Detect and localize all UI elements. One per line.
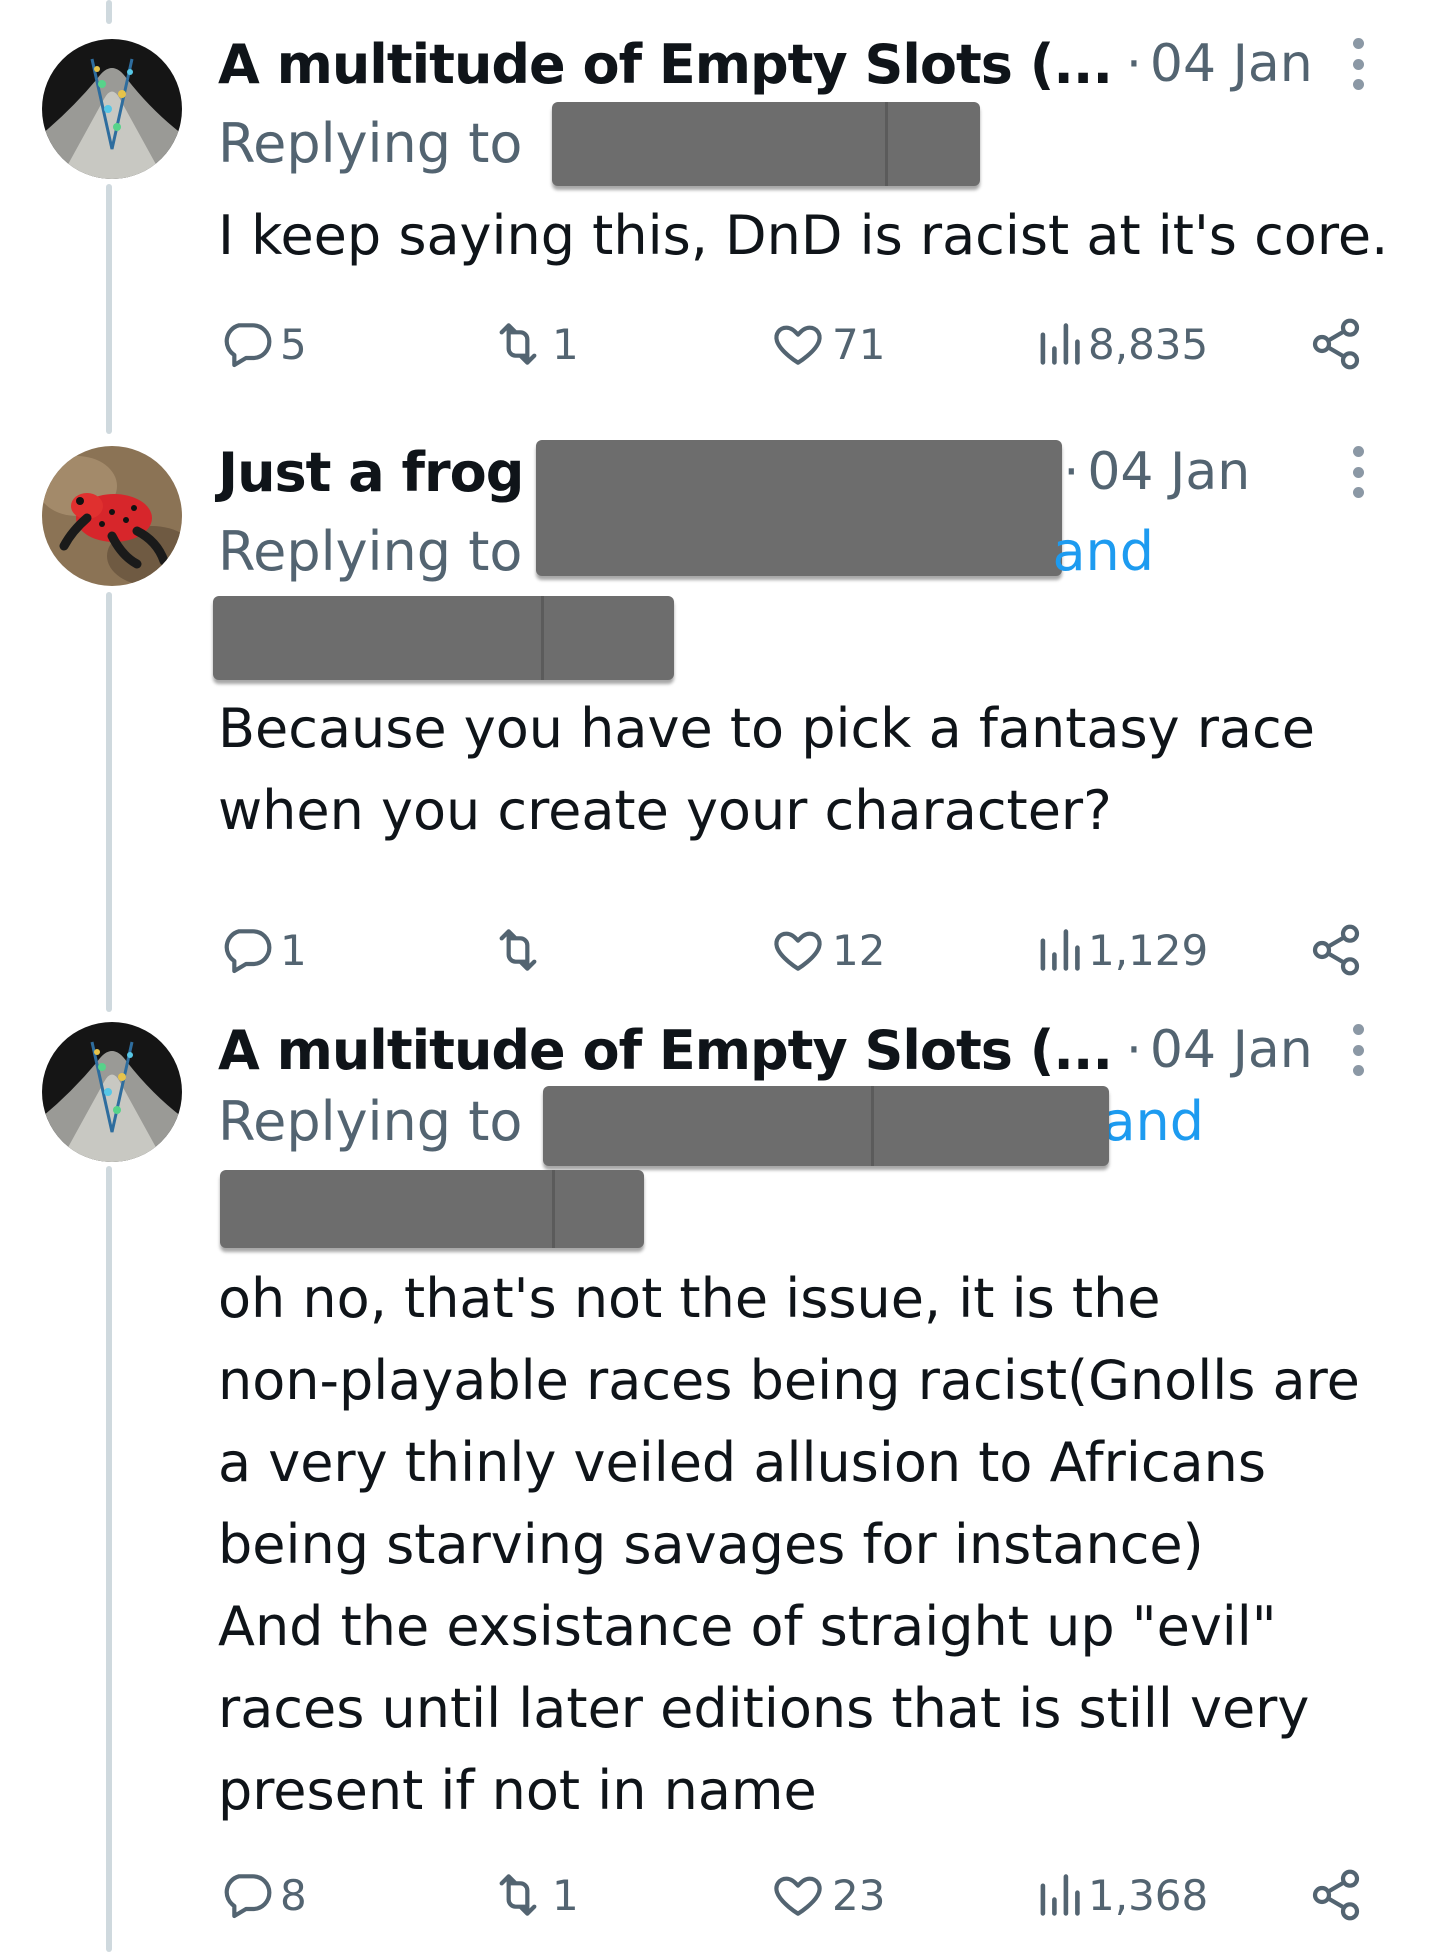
more-icon[interactable] (1346, 446, 1370, 498)
tweet-3[interactable]: A multitude of Empty Slots (... · 04 Jan… (0, 990, 1440, 1952)
tweet-date[interactable]: 04 Jan (1087, 442, 1250, 502)
reply-count: 8 (280, 1870, 307, 1920)
author-name[interactable]: Just a frog (218, 441, 524, 504)
reply-button[interactable]: 5 (218, 309, 307, 379)
replying-to: Replying to (218, 104, 522, 184)
replying-to-label: Replying to (218, 1090, 523, 1153)
retweet-button[interactable] (490, 915, 552, 985)
more-icon[interactable] (1346, 38, 1370, 90)
views-button[interactable]: 8,835 (1036, 309, 1208, 379)
tweet-actions: 1 12 1,129 (218, 915, 1400, 985)
retweet-button[interactable]: 1 (490, 1860, 579, 1930)
tweet-text: oh no, that's not the issue, it is the n… (218, 1267, 1360, 1822)
tweet-header: A multitude of Empty Slots (... · 04 Jan (218, 1010, 1400, 1090)
tweet-date[interactable]: 04 Jan (1150, 34, 1313, 94)
reply-icon (224, 929, 272, 974)
like-icon (774, 325, 822, 365)
author-avatar[interactable] (42, 1022, 182, 1162)
constellation-avatar-image (42, 39, 182, 179)
view-count: 8,835 (1088, 319, 1209, 369)
red-frog-avatar-image (42, 446, 182, 586)
redacted-handle-2 (213, 596, 674, 680)
reply-icon (224, 323, 272, 368)
share-icon (1312, 924, 1360, 976)
share-button[interactable] (1308, 309, 1364, 379)
reply-button[interactable]: 1 (218, 915, 307, 985)
retweet-icon (499, 1874, 537, 1916)
and-link[interactable]: and (1102, 1090, 1204, 1153)
retweet-count: 1 (552, 319, 579, 369)
views-icon (1040, 323, 1080, 365)
author-avatar[interactable] (42, 446, 182, 586)
tweet-actions: 5 1 71 8,835 (218, 309, 1400, 379)
like-button[interactable]: 71 (770, 309, 885, 379)
replying-to-label: Replying to (218, 112, 523, 175)
like-count: 23 (832, 1870, 886, 1920)
like-icon (774, 931, 822, 971)
retweet-icon (499, 323, 537, 365)
share-button[interactable] (1308, 915, 1364, 985)
reply-icon (224, 1874, 272, 1919)
views-button[interactable]: 1,368 (1036, 1860, 1208, 1930)
tweet-actions: 8 1 23 1,368 (218, 1860, 1400, 1930)
reply-count: 1 (280, 925, 307, 975)
separator: · (1125, 1021, 1142, 1079)
redacted-handle (543, 1086, 1109, 1166)
tweet-text: Because you have to pick a fantasy race … (218, 697, 1315, 842)
share-button[interactable] (1308, 1860, 1364, 1930)
like-button[interactable]: 12 (770, 915, 885, 985)
retweet-button[interactable]: 1 (490, 309, 579, 379)
views-button[interactable]: 1,129 (1036, 915, 1208, 985)
tweet-date[interactable]: 04 Jan (1150, 1020, 1313, 1080)
author-avatar[interactable] (42, 39, 182, 179)
tweet-header: A multitude of Empty Slots (... · 04 Jan (218, 24, 1400, 104)
tweet-1[interactable]: A multitude of Empty Slots (... · 04 Jan… (0, 0, 1440, 420)
separator: · (1125, 35, 1142, 93)
views-icon (1040, 929, 1080, 971)
view-count: 1,129 (1088, 925, 1209, 975)
replying-to: Replying to and (218, 512, 1154, 592)
view-count: 1,368 (1088, 1870, 1209, 1920)
retweet-count: 1 (552, 1870, 579, 1920)
retweet-icon (499, 929, 537, 971)
tweet-2[interactable]: Just a frog · 04 Jan Replying to and Beca… (0, 420, 1440, 980)
like-count: 71 (832, 319, 886, 369)
and-link[interactable]: and (1052, 520, 1154, 583)
reply-count: 5 (280, 319, 307, 369)
like-icon (774, 1876, 822, 1916)
views-icon (1040, 1874, 1080, 1916)
like-count: 12 (832, 925, 886, 975)
author-name[interactable]: A multitude of Empty Slots (... (218, 33, 1113, 96)
tweet-text: I keep saying this, DnD is racist at it'… (218, 204, 1389, 267)
share-icon (1312, 318, 1360, 370)
author-name[interactable]: A multitude of Empty Slots (... (218, 1019, 1113, 1082)
redacted-handle-2 (220, 1170, 644, 1248)
share-icon (1312, 1869, 1360, 1921)
redacted-handle (552, 102, 980, 186)
constellation-avatar-image (42, 1022, 182, 1162)
separator: · (1063, 443, 1080, 501)
replying-to-label: Replying to (218, 520, 523, 583)
reply-button[interactable]: 8 (218, 1860, 307, 1930)
more-icon[interactable] (1346, 1024, 1370, 1076)
like-button[interactable]: 23 (770, 1860, 885, 1930)
